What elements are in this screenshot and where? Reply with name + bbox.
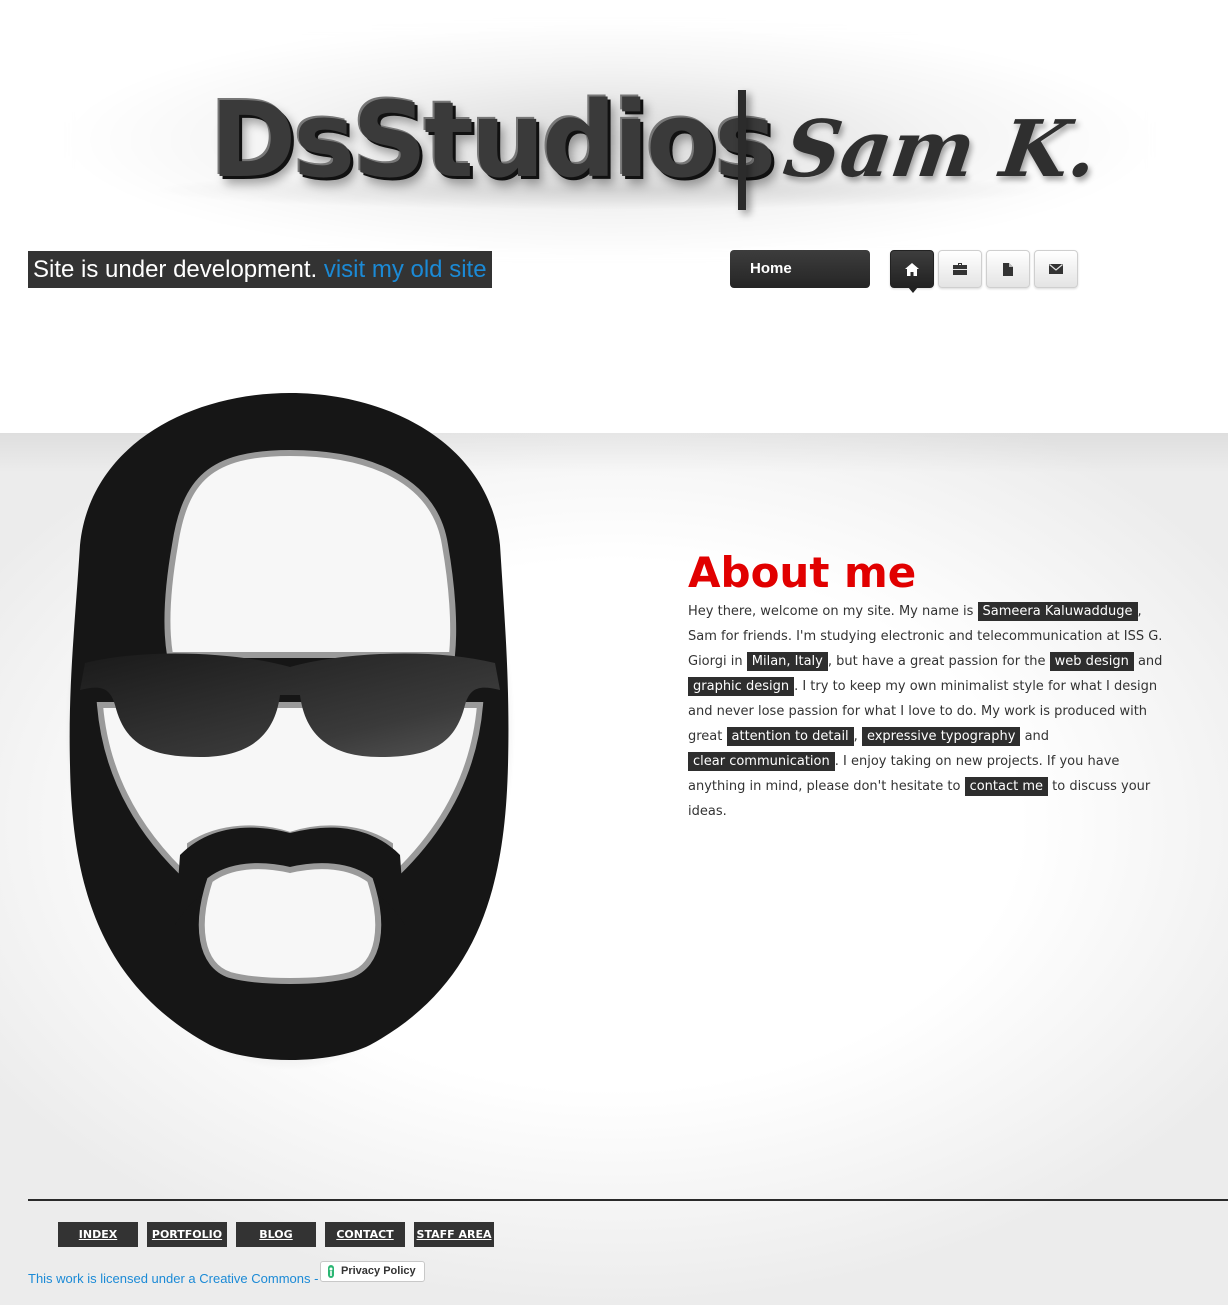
development-notice: Site is under development. visit my old … bbox=[28, 251, 492, 288]
highlight-web-design: web design bbox=[1049, 652, 1134, 671]
logo-signature: Sam K. bbox=[778, 104, 1103, 195]
highlight-name: Sameera Kaluwadduge bbox=[977, 602, 1138, 621]
development-notice-text: Site is under development. bbox=[33, 256, 324, 283]
nav-contact-button[interactable] bbox=[1034, 250, 1078, 288]
highlight-communication: clear communication bbox=[688, 752, 835, 771]
about-text-part: and bbox=[1020, 729, 1050, 744]
logo-divider bbox=[738, 90, 746, 210]
privacy-policy-button[interactable]: Privacy Policy bbox=[320, 1261, 425, 1282]
nav-documents-button[interactable] bbox=[986, 250, 1030, 288]
about-text-part: , bbox=[853, 729, 862, 744]
footer-link-staff-area[interactable]: STAFF AREA bbox=[414, 1222, 494, 1247]
highlight-graphic-design: graphic design bbox=[688, 677, 795, 696]
old-site-link[interactable]: visit my old site bbox=[324, 256, 487, 283]
footer-link-contact[interactable]: CONTACT bbox=[325, 1222, 405, 1247]
current-page-label: Home bbox=[730, 250, 870, 288]
nav-home-button[interactable] bbox=[890, 250, 934, 293]
about-text: Hey there, welcome on my site. My name i… bbox=[688, 599, 1168, 824]
about-text-part: and bbox=[1133, 654, 1163, 669]
home-icon bbox=[905, 262, 919, 276]
mail-icon bbox=[1049, 264, 1063, 274]
footer-link-blog[interactable]: BLOG bbox=[236, 1222, 316, 1247]
license-link[interactable]: This work is licensed under a Creative C… bbox=[28, 1269, 328, 1289]
highlight-typography: expressive typography bbox=[861, 727, 1021, 746]
footer-link-index[interactable]: INDEX bbox=[58, 1222, 138, 1247]
about-title: About me bbox=[688, 548, 917, 597]
footer-link-portfolio[interactable]: PORTFOLIO bbox=[147, 1222, 227, 1247]
avatar-illustration bbox=[65, 390, 515, 1070]
contact-me-link[interactable]: contact me bbox=[964, 777, 1049, 796]
about-text-part: , but have a great passion for the bbox=[827, 654, 1050, 669]
privacy-lock-icon bbox=[328, 1265, 334, 1278]
footer-divider bbox=[28, 1199, 1228, 1201]
document-icon bbox=[1003, 262, 1013, 276]
nav-portfolio-button[interactable] bbox=[938, 250, 982, 288]
about-text-part: Hey there, welcome on my site. My name i… bbox=[688, 604, 978, 619]
highlight-location: Milan, Italy bbox=[746, 652, 828, 671]
site-logo: DsStudios bbox=[210, 79, 776, 201]
privacy-policy-label: Privacy Policy bbox=[341, 1265, 416, 1277]
highlight-attention: attention to detail bbox=[726, 727, 854, 746]
briefcase-icon bbox=[953, 263, 967, 275]
